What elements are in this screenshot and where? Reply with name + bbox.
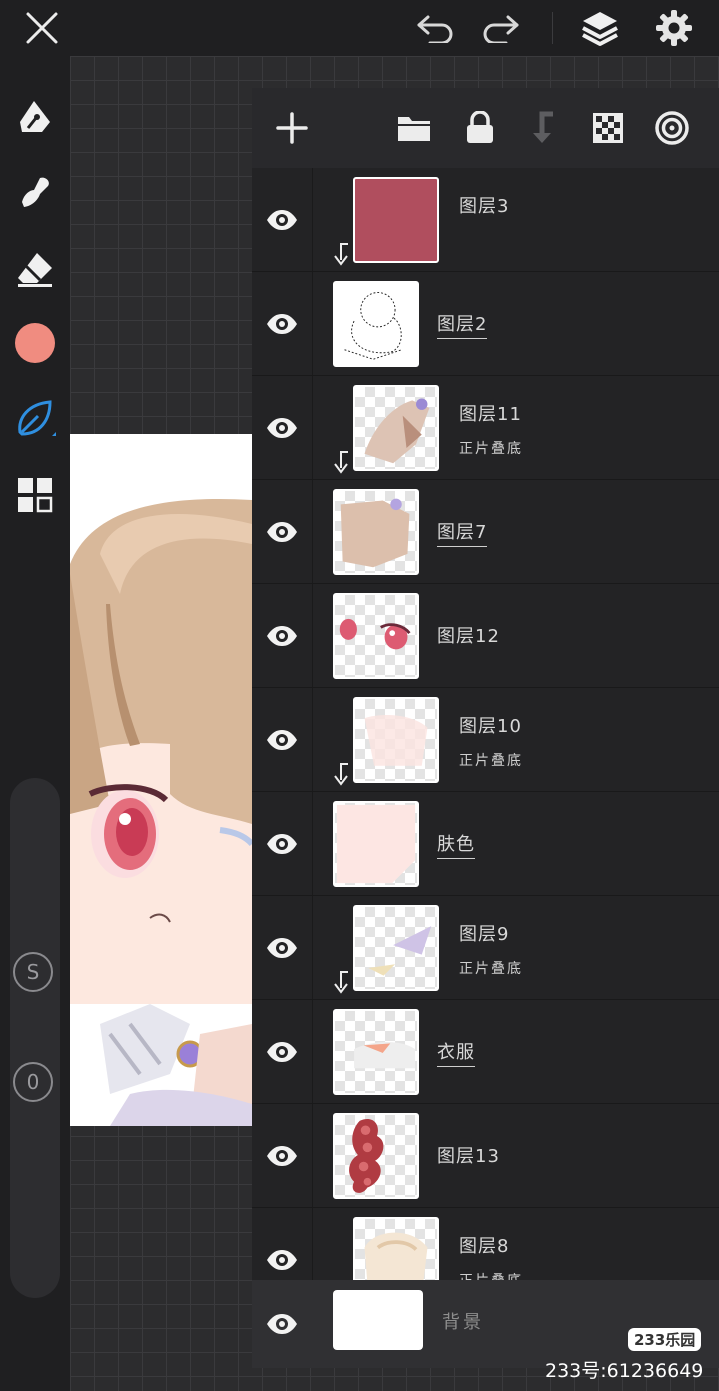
layer-row-divider (312, 272, 313, 375)
layer-row-divider (312, 688, 313, 791)
layer-thumbnail[interactable] (333, 801, 419, 887)
brush-leaf-icon[interactable] (10, 394, 60, 444)
clip-arrow-icon (332, 762, 350, 786)
layer-name: 肤色 (437, 830, 475, 859)
color-swatch[interactable] (10, 318, 60, 368)
clip-mask-icon[interactable] (524, 108, 564, 148)
eraser-icon[interactable] (10, 244, 60, 294)
pen-icon[interactable] (10, 92, 60, 142)
blend-target-icon[interactable] (652, 108, 692, 148)
layer-row-divider (312, 376, 313, 479)
layer-name: 图层12 (437, 626, 500, 647)
lock-icon[interactable] (460, 108, 500, 148)
layer-name: 图层10 (459, 716, 522, 737)
layer-name: 图层11 (459, 404, 522, 425)
eye-icon[interactable] (264, 826, 300, 862)
layer-row-divider (312, 480, 313, 583)
layer-row[interactable]: 图层11 正片叠底 (252, 376, 719, 480)
layer-name: 图层13 (437, 1146, 500, 1167)
eye-icon[interactable] (264, 1242, 300, 1278)
layer-row-divider (312, 896, 313, 999)
folder-icon[interactable] (394, 108, 434, 148)
top-bar (0, 0, 719, 56)
brush-opacity-label: 0 (26, 1070, 40, 1094)
layer-thumbnail[interactable] (353, 385, 439, 471)
layer-panel: 图层3 图层2 图层11 正片叠底 图层7 图层12 图层10 正片叠底 肤色 图层9 正片叠底 衣服… (252, 88, 719, 1368)
brush-size-label: S (26, 960, 40, 984)
layer-thumbnail[interactable] (333, 1009, 419, 1095)
layer-thumbnail[interactable] (333, 489, 419, 575)
artwork-canvas[interactable] (70, 434, 252, 1126)
layer-thumbnail[interactable] (333, 1113, 419, 1199)
gear-icon[interactable] (654, 8, 694, 48)
eye-icon[interactable] (264, 618, 300, 654)
layer-thumbnail[interactable] (353, 177, 439, 263)
tool-sidebar: S 0 (0, 56, 70, 1391)
clip-arrow-icon (332, 242, 350, 266)
layer-blend-mode: 正片叠底 (459, 753, 523, 769)
eye-icon[interactable] (264, 1138, 300, 1174)
layer-row[interactable]: 图层2 (252, 272, 719, 376)
layer-name: 图层9 (459, 924, 510, 945)
brush-slider-track[interactable] (10, 778, 60, 1298)
layer-row-divider (312, 792, 313, 895)
eye-icon[interactable] (264, 1306, 300, 1342)
eye-icon[interactable] (264, 514, 300, 550)
layer-row[interactable]: 肤色 (252, 792, 719, 896)
layer-row[interactable]: 衣服 (252, 1000, 719, 1104)
layers-icon[interactable] (580, 8, 620, 48)
layer-name: 图层3 (459, 196, 510, 217)
clip-arrow-icon (332, 450, 350, 474)
layer-thumbnail[interactable] (353, 697, 439, 783)
watermark-id: 233号:61236649 (545, 1360, 704, 1382)
layer-name: 图层7 (437, 518, 488, 547)
eye-icon[interactable] (264, 722, 300, 758)
transparency-lock-icon[interactable] (588, 108, 628, 148)
layer-thumbnail[interactable] (333, 593, 419, 679)
layer-row[interactable]: 图层9 正片叠底 (252, 896, 719, 1000)
close-icon[interactable] (22, 8, 62, 48)
layer-blend-mode: 正片叠底 (459, 441, 523, 457)
layer-name: 衣服 (437, 1038, 475, 1067)
eye-icon[interactable] (264, 410, 300, 446)
layer-name: 图层8 (459, 1236, 510, 1257)
layer-row[interactable]: 图层13 (252, 1104, 719, 1208)
layer-row-divider (312, 584, 313, 687)
layer-row-divider (312, 1104, 313, 1207)
artwork-illustration (70, 434, 252, 1126)
background-layer-name: 背景 (442, 1312, 484, 1333)
layer-thumbnail[interactable] (353, 905, 439, 991)
layer-thumbnail[interactable] (333, 281, 419, 367)
layer-row-divider (312, 1000, 313, 1103)
eye-icon[interactable] (264, 306, 300, 342)
background-thumbnail (333, 1290, 423, 1350)
eye-icon[interactable] (264, 1034, 300, 1070)
background-layer-row[interactable]: 背景 (252, 1280, 719, 1368)
add-layer-icon[interactable] (272, 108, 312, 148)
layer-row[interactable]: 图层3 (252, 168, 719, 272)
layer-row[interactable]: 图层12 (252, 584, 719, 688)
layer-row[interactable]: 图层10 正片叠底 (252, 688, 719, 792)
undo-icon[interactable] (416, 8, 456, 48)
brush-size-button[interactable]: S (13, 952, 53, 992)
brush-opacity-button[interactable]: 0 (13, 1062, 53, 1102)
eye-icon[interactable] (264, 202, 300, 238)
grid-icon[interactable] (10, 470, 60, 520)
redo-icon[interactable] (480, 8, 520, 48)
watermark-badge: 233乐园 (628, 1328, 702, 1351)
layer-row-divider (312, 168, 313, 271)
layer-blend-mode: 正片叠底 (459, 961, 523, 977)
topbar-divider (552, 12, 553, 44)
layer-row[interactable]: 图层7 (252, 480, 719, 584)
layer-panel-toolbar (252, 88, 719, 169)
clip-arrow-icon (332, 970, 350, 994)
smudge-icon[interactable] (10, 166, 60, 216)
eye-icon[interactable] (264, 930, 300, 966)
layer-name: 图层2 (437, 310, 488, 339)
